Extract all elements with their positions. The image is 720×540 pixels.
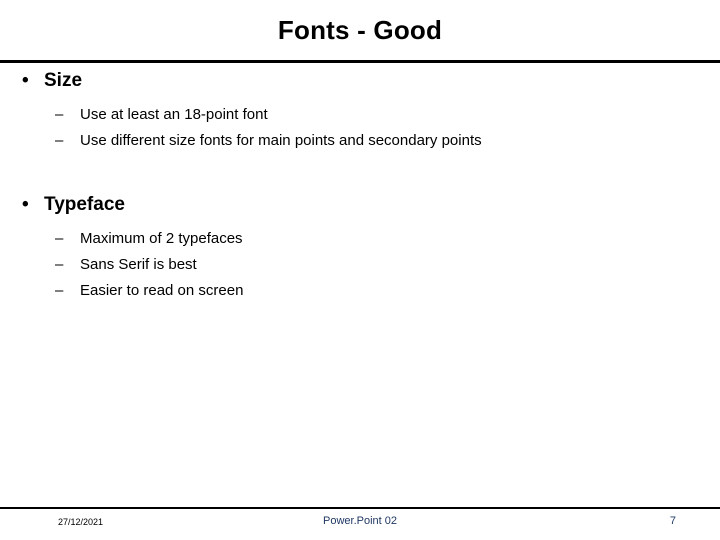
page-title: Fonts - Good (277, 14, 443, 45)
slide-body: • Size – Use at least an 18-point font –… (0, 68, 720, 488)
dash-marker-icon: – (55, 132, 64, 149)
footer-title: Power.Point 02 (323, 515, 397, 527)
bullet-level2-size-0-label: Use at least an 18-point font (80, 106, 268, 123)
content-group-typeface: • Typeface – Maximum of 2 typefaces – Sa… (0, 192, 720, 304)
bullet-level2-size-0: – Use at least an 18-point font (0, 102, 720, 128)
bullet-level2-typeface-2: – Easier to read on screen (0, 278, 720, 304)
bullet-level2-typeface-1: – Sans Serif is best (0, 252, 720, 278)
dash-marker-icon: – (55, 282, 64, 299)
bullet-level1-typeface: • Typeface (0, 192, 720, 218)
content-group-size: • Size – Use at least an 18-point font –… (0, 68, 720, 154)
slide: Fonts - Good • Size – Use at least an 18… (0, 0, 720, 540)
bullet-marker-icon: • (22, 194, 29, 215)
title-divider (0, 60, 720, 63)
bullet-level2-typeface-1-label: Sans Serif is best (80, 256, 197, 273)
slide-footer: 27/12/2021 Power.Point 02 7 (0, 512, 720, 540)
bullet-level1-size-label: Size (44, 70, 83, 91)
bullet-marker-icon: • (22, 70, 29, 91)
dash-marker-icon: – (55, 256, 64, 273)
bullet-level2-typeface-2-label: Easier to read on screen (80, 282, 244, 299)
bullet-level1-typeface-label: Typeface (44, 194, 125, 215)
bullet-level2-typeface-0: – Maximum of 2 typefaces (0, 226, 720, 252)
bullet-level1-size: • Size (0, 68, 720, 94)
footer-divider (0, 507, 720, 509)
dash-marker-icon: – (55, 230, 64, 247)
bullet-level2-size-1: – Use different size fonts for main poin… (0, 128, 720, 154)
dash-marker-icon: – (55, 106, 64, 123)
bullet-level2-size-1-label: Use different size fonts for main points… (80, 132, 482, 149)
footer-page-number: 7 (669, 515, 676, 527)
bullet-level2-typeface-0-label: Maximum of 2 typefaces (80, 230, 243, 247)
title-area: Fonts - Good (0, 0, 720, 60)
